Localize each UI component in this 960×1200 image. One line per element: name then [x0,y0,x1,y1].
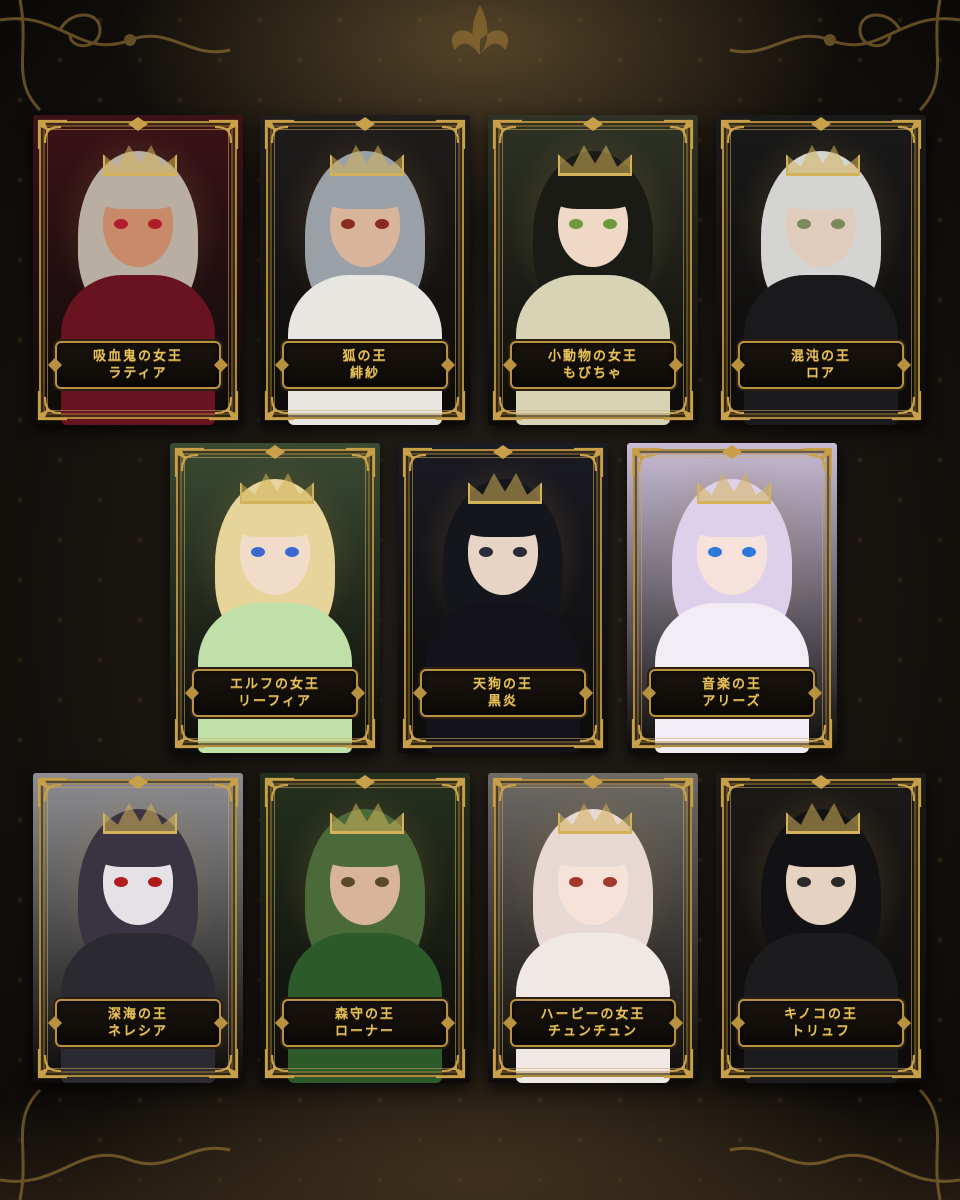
character-bangs [462,501,544,537]
character-card[interactable]: 深海の王 ネレシア [33,773,243,1083]
nameplate: ハーピーの女王 チュンチュン [510,999,676,1047]
character-title: エルフの女王 [229,677,320,692]
character-title: 深海の王 [107,1007,168,1022]
character-right-eye [285,547,299,557]
character-card[interactable]: 音楽の王 アリーズ [627,443,837,753]
character-left-eye [797,219,811,229]
character-title: 混沌の王 [790,349,851,364]
character-bangs [780,173,862,209]
baroque-flourish-ornament [729,1088,960,1200]
character-right-eye [603,877,617,887]
baroque-flourish-ornament [729,0,960,112]
character-card[interactable]: エルフの女王 リーフィア [170,443,380,753]
character-card[interactable]: 森守の王 ローナー [260,773,470,1083]
character-right-eye [831,877,845,887]
nameplate: 小動物の女王 もびちゃ [510,341,676,389]
nameplate: 深海の王 ネレシア [55,999,221,1047]
nameplate: 狐の王 緋紗 [282,341,448,389]
character-title: 小動物の女王 [547,349,638,364]
character-card[interactable]: 混沌の王 ロア [716,115,926,425]
character-bangs [552,831,634,867]
character-card[interactable]: ハーピーの女王 チュンチュン [488,773,698,1083]
character-title: ハーピーの女王 [540,1007,646,1022]
character-name: ネレシア [107,1024,168,1039]
nameplate: エルフの女王 リーフィア [192,669,358,717]
character-name: リーフィア [238,694,312,709]
character-right-eye [742,547,756,557]
character-card[interactable]: 小動物の女王 もびちゃ [488,115,698,425]
character-name: ラティア [108,366,168,381]
character-name: 緋紗 [349,366,380,381]
character-bangs [691,501,773,537]
character-right-eye [148,219,162,229]
character-title: キノコの王 [783,1007,859,1022]
character-name: もびちゃ [562,366,623,381]
character-title: 森守の王 [334,1007,395,1022]
character-bangs [97,173,179,209]
character-title: 音楽の王 [701,677,762,692]
nameplate: 混沌の王 ロア [738,341,904,389]
character-title: 狐の王 [342,349,388,364]
character-name: ローナー [334,1024,395,1039]
character-bangs [97,831,179,867]
character-name: アリーズ [702,694,762,709]
fleur-de-lis-icon [451,5,509,55]
nameplate: 天狗の王 黒炎 [420,669,586,717]
character-title: 天狗の王 [472,677,533,692]
character-card[interactable]: 吸血鬼の女王 ラティア [33,115,243,425]
baroque-flourish-ornament [0,1088,231,1200]
character-left-eye [114,877,128,887]
character-bangs [552,173,634,209]
character-title: 吸血鬼の女王 [92,349,183,364]
character-card[interactable]: キノコの王 トリュフ [716,773,926,1083]
nameplate: 音楽の王 アリーズ [649,669,815,717]
character-bangs [324,173,406,209]
nameplate: 森守の王 ローナー [282,999,448,1047]
character-right-eye [148,877,162,887]
character-bangs [324,831,406,867]
character-left-eye [114,219,128,229]
character-left-eye [569,877,583,887]
character-name: ロア [805,366,836,381]
character-bangs [234,501,316,537]
character-name: チュンチュン [547,1024,638,1039]
nameplate: キノコの王 トリュフ [738,999,904,1047]
baroque-flourish-ornament [0,0,231,112]
character-right-eye [375,877,389,887]
character-card[interactable]: 天狗の王 黒炎 [398,443,608,753]
character-left-eye [569,219,583,229]
character-left-eye [797,877,811,887]
character-card[interactable]: 狐の王 緋紗 [260,115,470,425]
character-left-eye [341,219,355,229]
character-name: 黒炎 [487,694,518,709]
nameplate: 吸血鬼の女王 ラティア [55,341,221,389]
character-left-eye [251,547,265,557]
character-right-eye [513,547,527,557]
character-left-eye [479,547,493,557]
character-right-eye [831,219,845,229]
character-left-eye [708,547,722,557]
character-right-eye [375,219,389,229]
character-bangs [780,831,862,867]
character-left-eye [341,877,355,887]
character-right-eye [603,219,617,229]
character-name: トリュフ [790,1024,851,1039]
